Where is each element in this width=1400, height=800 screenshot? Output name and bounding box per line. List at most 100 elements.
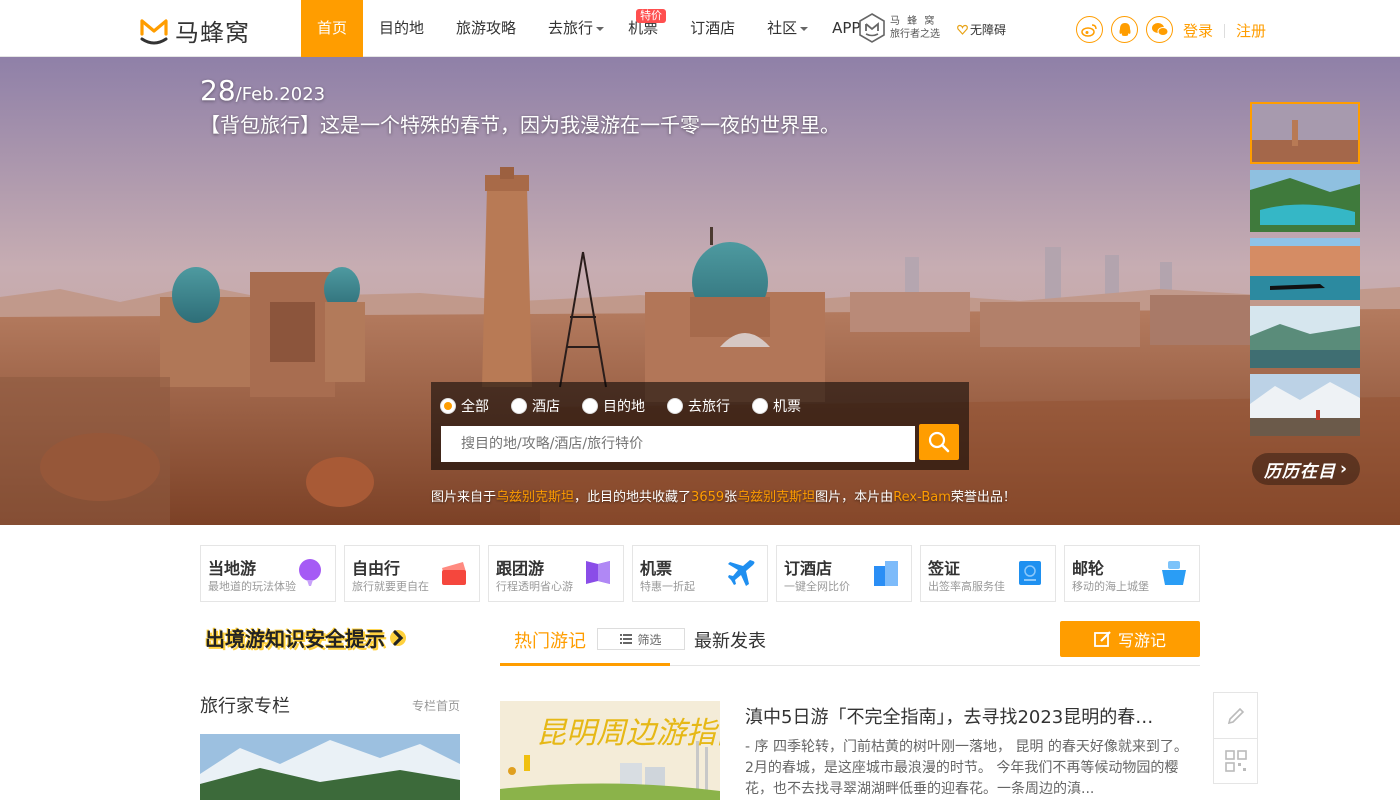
nav-item-destinations[interactable]: 目的地 [363, 0, 440, 57]
auth-links: 登录 注册 [1183, 20, 1266, 41]
column-home-link[interactable]: 专栏首页 [412, 697, 460, 714]
hero-thumbnail[interactable] [1250, 306, 1360, 368]
tab-label: 热门游记 [514, 631, 586, 652]
site-logo[interactable]: 马蜂窝 [139, 13, 250, 48]
search-type-options: 全部 酒店 目的地 去旅行 机票 [440, 396, 823, 416]
credit-text: 荣誉出品！ [950, 490, 1016, 505]
service-subtitle: 出签率高服务佳 [928, 580, 1005, 593]
search-panel: 全部 酒店 目的地 去旅行 机票 [431, 382, 969, 470]
safety-tips-banner[interactable]: 出境游知识安全提示 [205, 623, 406, 652]
nav-item-flights[interactable]: 机票 特价 [612, 0, 674, 57]
credit-text: 图片来自于 [431, 490, 497, 505]
service-title: 机票 [640, 559, 673, 578]
nav-item-community[interactable]: 社区 [751, 0, 816, 57]
column-feature-image[interactable] [200, 734, 460, 800]
service-subtitle: 旅行就要更自在 [352, 580, 429, 593]
service-local-tours[interactable]: 当地游 最地道的玩法体验 [200, 545, 336, 602]
nav-item-travel[interactable]: 去旅行 [532, 0, 612, 57]
accessibility-link[interactable]: 无障碍 [957, 21, 1006, 38]
traveler-choice-badge[interactable]: 马 蜂 窝 旅行者之选 [858, 13, 940, 43]
radio-button[interactable] [440, 398, 456, 414]
nav-item-guides[interactable]: 旅游攻略 [440, 0, 532, 57]
login-link[interactable]: 登录 [1183, 20, 1213, 41]
search-button[interactable] [919, 424, 959, 460]
hero-month-year: /Feb.2023 [235, 84, 326, 105]
search-option-all[interactable]: 全部 [440, 396, 489, 416]
service-independent-travel[interactable]: 自由行 旅行就要更自在 [344, 545, 480, 602]
search-option-hotel[interactable]: 酒店 [511, 396, 560, 416]
service-subtitle: 特惠一折起 [640, 580, 695, 593]
service-cruise[interactable]: 邮轮 移动的海上城堡 [1064, 545, 1200, 602]
credit-text: ，此目的地共收藏了 [574, 490, 692, 505]
feed-tabs: 热门游记 筛选 最新发表 写游记 [500, 618, 1200, 666]
option-label: 全部 [461, 399, 489, 415]
nav-label: 去旅行 [548, 19, 594, 37]
social-logins [1076, 16, 1173, 43]
service-subtitle: 一键全网比价 [784, 580, 850, 593]
wechat-icon[interactable] [1146, 16, 1173, 43]
service-hotels[interactable]: 订酒店 一键全网比价 [776, 545, 912, 602]
nav-label: 旅游攻略 [456, 19, 517, 37]
service-flights[interactable]: 机票 特惠一折起 [632, 545, 768, 602]
search-input[interactable] [441, 426, 915, 462]
note-title-link[interactable]: 滇中5日游「不完全指南」，去寻找2023昆明的春… [745, 703, 1153, 729]
filter-button[interactable]: 筛选 [597, 628, 685, 650]
hero-thumbnail[interactable] [1250, 102, 1360, 164]
history-gallery-button[interactable]: 历历在目 › [1252, 453, 1360, 485]
hero-thumbnail[interactable] [1250, 374, 1360, 436]
register-link[interactable]: 注册 [1236, 20, 1266, 41]
option-label: 去旅行 [688, 399, 730, 415]
credit-destination-link[interactable]: 乌兹别克斯坦 [496, 490, 574, 505]
hero-thumbnail[interactable] [1250, 238, 1360, 300]
service-subtitle: 最地道的玩法体验 [208, 580, 296, 593]
hero-thumbnail[interactable] [1250, 170, 1360, 232]
write-label: 写游记 [1117, 631, 1166, 650]
qq-icon[interactable] [1111, 16, 1138, 43]
thumbnail-image [1250, 238, 1360, 300]
service-title: 自由行 [352, 559, 401, 578]
radio-button[interactable] [667, 398, 683, 414]
brand-name: 马蜂窝 [175, 19, 250, 47]
hotel-icon [874, 561, 898, 586]
search-option-flight[interactable]: 机票 [752, 396, 801, 416]
credit-text: 张 [724, 490, 738, 505]
weibo-icon[interactable] [1076, 16, 1103, 43]
credit-photo-count[interactable]: 3659 [691, 490, 724, 505]
radio-button[interactable] [511, 398, 527, 414]
radio-button[interactable] [582, 398, 598, 414]
balloon-icon [299, 559, 321, 586]
service-title: 签证 [928, 559, 961, 578]
cover-title-text: 昆明周边游指南 [536, 716, 720, 751]
hero-date: 28/Feb.2023 [200, 74, 325, 107]
radio-button[interactable] [752, 398, 768, 414]
badge-line-2: 旅行者之选 [890, 29, 940, 40]
credit-author-link[interactable]: Rex-Bam [893, 490, 951, 505]
service-subtitle: 行程透明省心游 [496, 580, 573, 593]
service-visa[interactable]: 签证 出签率高服务佳 [920, 545, 1056, 602]
thumbnail-image [1250, 306, 1360, 368]
nav-item-hotels[interactable]: 订酒店 [674, 0, 751, 57]
hero-title-link[interactable]: 【背包旅行】这是一个特殊的春节，因为我漫游在一千零一夜的世界里。 [200, 109, 840, 138]
nav-item-home[interactable]: 首页 [301, 0, 364, 57]
credit-destination-link[interactable]: 乌兹别克斯坦 [737, 490, 815, 505]
option-label: 目的地 [603, 399, 645, 415]
feedback-button[interactable] [1214, 693, 1257, 738]
mountain-image [200, 734, 460, 800]
service-title: 邮轮 [1072, 559, 1105, 578]
note-summary: - 序 四季轮转，门前枯黄的树叶刚一落地， 昆明 的春天好像就来到了。 2月的春… [745, 739, 1188, 797]
search-option-destination[interactable]: 目的地 [582, 396, 645, 416]
service-group-tours[interactable]: 跟团游 行程透明省心游 [488, 545, 624, 602]
qr-code-button[interactable] [1214, 738, 1257, 783]
mafengwo-logo-icon [140, 18, 168, 44]
tab-latest[interactable]: 最新发表 [694, 627, 766, 653]
top-header: 马蜂窝 首页 目的地 旅游攻略 去旅行 机票 特价 订酒店 社区 APP 马 蜂 … [0, 0, 1400, 57]
option-label: 酒店 [532, 399, 560, 415]
accessibility-label: 无障碍 [970, 23, 1007, 37]
qr-code-icon [1224, 750, 1247, 772]
hero-banner: 28/Feb.2023 【背包旅行】这是一个特殊的春节，因为我漫游在一千零一夜的… [0, 57, 1400, 525]
write-travel-note-button[interactable]: 写游记 [1060, 621, 1200, 657]
nav-label: 目的地 [379, 19, 425, 37]
service-title: 跟团游 [496, 559, 545, 578]
note-cover-image[interactable]: 昆明周边游指南 [500, 701, 720, 800]
search-option-travel[interactable]: 去旅行 [667, 396, 730, 416]
